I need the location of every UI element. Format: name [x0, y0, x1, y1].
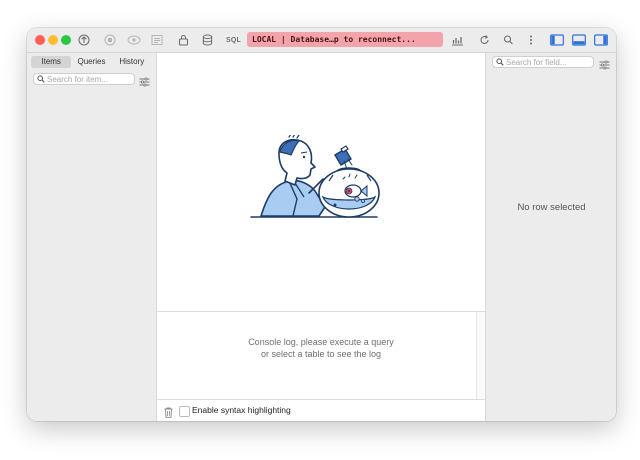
- sidebar: Items Queries History +: [27, 53, 157, 421]
- toolbar: SQL LOCAL | Database…p to reconnect...: [27, 28, 616, 53]
- close-window-button[interactable]: [35, 35, 45, 45]
- connection-icon[interactable]: [78, 32, 90, 48]
- stop-icon[interactable]: [104, 32, 116, 48]
- item-search-box: [33, 73, 135, 85]
- zoom-window-button[interactable]: [61, 35, 71, 45]
- toggle-bottom-panel-icon[interactable]: [572, 32, 586, 48]
- connection-status[interactable]: LOCAL | Database…p to reconnect...: [247, 32, 443, 47]
- trash-icon[interactable]: [164, 405, 173, 421]
- field-search-box: [492, 56, 594, 68]
- more-icon[interactable]: [529, 32, 533, 48]
- console-log-panel: Console log, please execute a query or s…: [157, 311, 485, 400]
- filter-icon[interactable]: [599, 57, 610, 75]
- console-scrollbar[interactable]: [476, 312, 485, 400]
- empty-state-illustration: [249, 133, 391, 226]
- search-icon[interactable]: [503, 32, 514, 48]
- minimize-window-button[interactable]: [48, 35, 58, 45]
- preview-icon[interactable]: [127, 32, 141, 48]
- app-window: SQL LOCAL | Database…p to reconnect... I…: [27, 28, 616, 421]
- chart-icon[interactable]: [451, 32, 464, 48]
- no-row-selected-message: No row selected: [517, 202, 586, 213]
- item-search-input[interactable]: [45, 74, 127, 84]
- main-content: Console log, please execute a query or s…: [157, 53, 485, 421]
- sidebar-tabs: Items Queries History: [31, 56, 152, 68]
- field-search-input[interactable]: [504, 57, 588, 67]
- toggle-right-panel-icon[interactable]: [594, 32, 608, 48]
- database-icon[interactable]: [202, 32, 213, 48]
- refresh-icon[interactable]: [479, 32, 490, 48]
- search-icon: [496, 58, 504, 66]
- sql-button[interactable]: SQL: [226, 32, 241, 48]
- console-message-line2: or select a table to see the log: [260, 349, 382, 359]
- console-footer: Enable syntax highlighting: [157, 399, 485, 421]
- search-icon: [37, 75, 45, 83]
- tab-history[interactable]: History: [112, 56, 152, 68]
- syntax-highlight-checkbox[interactable]: [179, 406, 190, 417]
- lock-icon[interactable]: [178, 32, 189, 48]
- console-empty-message: Console log, please execute a query or s…: [157, 336, 485, 360]
- log-icon[interactable]: [151, 32, 163, 48]
- toggle-left-panel-icon[interactable]: [550, 32, 564, 48]
- filter-icon[interactable]: [139, 74, 150, 92]
- tab-queries[interactable]: Queries: [71, 56, 111, 68]
- console-message-line1: Console log, please execute a query: [248, 337, 394, 347]
- tab-items[interactable]: Items: [31, 56, 72, 68]
- detail-panel: No row selected: [485, 53, 616, 421]
- syntax-highlight-label: Enable syntax highlighting: [192, 405, 291, 415]
